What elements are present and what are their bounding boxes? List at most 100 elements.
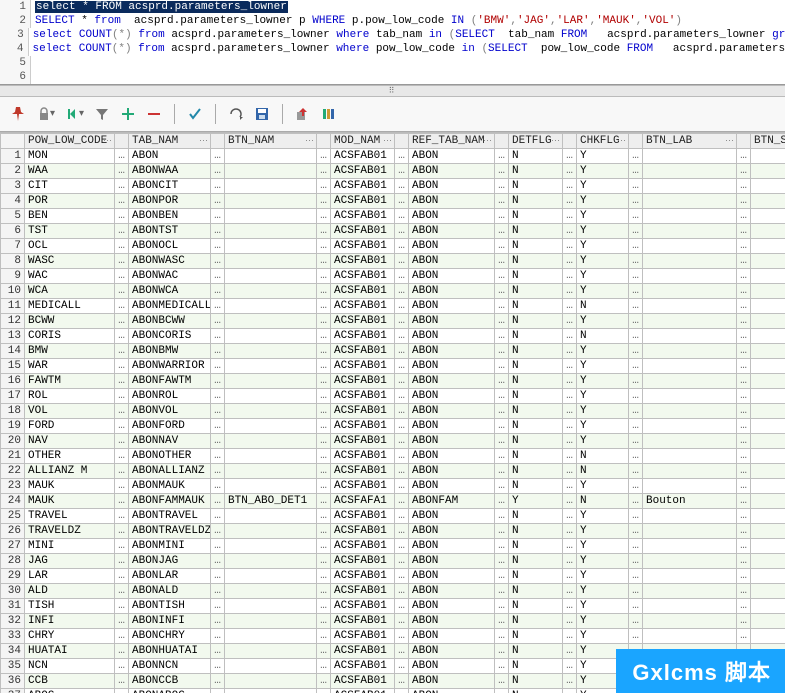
cell-ellipsis-icon[interactable]: … [317,434,331,449]
save-button[interactable] [250,103,274,125]
cell[interactable]: ACSFAB01 [331,689,395,693]
cell[interactable] [643,554,737,569]
cell-ellipsis-icon[interactable]: … [395,344,409,359]
column-resize-handle[interactable] [737,134,751,149]
cell[interactable]: Y [577,344,629,359]
cell-ellipsis-icon[interactable]: … [115,284,129,299]
cell-ellipsis-icon[interactable]: … [395,524,409,539]
cell[interactable]: BTN_ABO_DET1 [225,494,317,509]
cell-ellipsis-icon[interactable]: … [317,239,331,254]
cell-ellipsis-icon[interactable]: … [211,659,225,674]
cell-ellipsis-icon[interactable]: … [495,314,509,329]
cell[interactable]: ACSFAB01 [331,584,395,599]
cell[interactable]: ABON [129,149,211,164]
cell[interactable]: ACSFAB01 [331,254,395,269]
cell[interactable] [643,419,737,434]
column-resize-handle[interactable] [317,134,331,149]
cell-ellipsis-icon[interactable]: … [211,284,225,299]
cell[interactable]: OCL [25,239,115,254]
table-row[interactable]: 33CHRY…ABONCHRY……ACSFAB01…ABON…N…Y……… [1,629,785,644]
cell[interactable]: BCWW [25,314,115,329]
editor-line-code[interactable] [31,70,35,84]
editor-line[interactable]: 3select COUNT(*) from acsprd.parameters_… [0,28,785,42]
cell[interactable]: ABON [409,239,495,254]
cell-ellipsis-icon[interactable]: … [317,194,331,209]
cell[interactable]: N [577,299,629,314]
cell[interactable] [751,329,785,344]
table-row[interactable]: 5BEN…ABONBEN……ACSFAB01…ABON…N…Y……… [1,209,785,224]
cell[interactable]: Y [577,209,629,224]
cell[interactable]: Y [577,374,629,389]
cell-ellipsis-icon[interactable]: … [563,599,577,614]
cell-ellipsis-icon[interactable]: … [629,254,643,269]
cell-ellipsis-icon[interactable]: … [211,209,225,224]
cell[interactable] [643,314,737,329]
cell[interactable]: ACSFAB01 [331,644,395,659]
sql-editor[interactable]: 1select * FROM acsprd.parameters_lowner2… [0,0,785,85]
cell-ellipsis-icon[interactable]: … [737,524,751,539]
cell[interactable]: ABONALD [129,584,211,599]
column-header[interactable]: BTN_SEQ⋯ [751,134,785,149]
cell[interactable]: N [577,329,629,344]
commit-button[interactable] [183,103,207,125]
cell-ellipsis-icon[interactable]: … [115,569,129,584]
cell-ellipsis-icon[interactable]: … [563,629,577,644]
cell[interactable]: FAWTM [25,374,115,389]
cell[interactable]: N [577,494,629,509]
cell-ellipsis-icon[interactable]: … [737,434,751,449]
cell-ellipsis-icon[interactable]: … [211,419,225,434]
cell[interactable] [643,209,737,224]
cell[interactable]: BEN [25,209,115,224]
cell[interactable]: N [509,164,563,179]
cell-ellipsis-icon[interactable]: … [629,149,643,164]
cell[interactable]: ABONHUATAI [129,644,211,659]
column-header[interactable]: DETFLG⋯ [509,134,563,149]
cell[interactable] [751,374,785,389]
cell[interactable]: ACSFAB01 [331,344,395,359]
cell-ellipsis-icon[interactable]: … [317,599,331,614]
cell-ellipsis-icon[interactable]: … [737,269,751,284]
cell-ellipsis-icon[interactable]: … [563,494,577,509]
cell-ellipsis-icon[interactable]: … [211,299,225,314]
cell[interactable]: ACSFAB01 [331,314,395,329]
cell[interactable] [225,434,317,449]
cell[interactable]: Y [577,284,629,299]
cell[interactable] [225,269,317,284]
cell-ellipsis-icon[interactable]: … [563,314,577,329]
cell[interactable]: ABONALLIANZ [129,464,211,479]
cell-ellipsis-icon[interactable]: … [395,554,409,569]
cell[interactable] [225,224,317,239]
cell[interactable]: ABON [409,689,495,693]
cell-ellipsis-icon[interactable]: … [563,554,577,569]
cell[interactable]: ABON [409,389,495,404]
cell[interactable]: ACSFAB01 [331,269,395,284]
column-resize-handle[interactable] [629,134,643,149]
cell-ellipsis-icon[interactable]: … [563,239,577,254]
cell[interactable]: MEDICALL [25,299,115,314]
cell-ellipsis-icon[interactable]: … [495,359,509,374]
cell[interactable] [751,269,785,284]
cell-ellipsis-icon[interactable]: … [211,359,225,374]
cell[interactable] [225,329,317,344]
cell-ellipsis-icon[interactable]: … [563,539,577,554]
cell[interactable]: WASC [25,254,115,269]
cell[interactable]: Y [577,239,629,254]
cell-ellipsis-icon[interactable]: … [317,329,331,344]
cell[interactable]: N [509,599,563,614]
cell-ellipsis-icon[interactable]: … [211,179,225,194]
cell-ellipsis-icon[interactable]: … [495,494,509,509]
cell[interactable]: ABONWAC [129,269,211,284]
cell-ellipsis-icon[interactable]: … [115,644,129,659]
cell-ellipsis-icon[interactable]: … [563,374,577,389]
cell[interactable]: NAV [25,434,115,449]
cell[interactable]: ABONABOC [129,689,211,693]
cell-ellipsis-icon[interactable]: … [395,299,409,314]
cell-ellipsis-icon[interactable]: … [115,299,129,314]
table-row[interactable]: 15WAR…ABONWARRIOR……ACSFAB01…ABON…N…Y……… [1,359,785,374]
cell[interactable] [643,584,737,599]
cell-ellipsis-icon[interactable]: … [737,359,751,374]
cell-ellipsis-icon[interactable]: … [395,149,409,164]
cell[interactable]: POR [25,194,115,209]
cell[interactable]: ABONOTHER [129,449,211,464]
cell-ellipsis-icon[interactable]: … [495,374,509,389]
